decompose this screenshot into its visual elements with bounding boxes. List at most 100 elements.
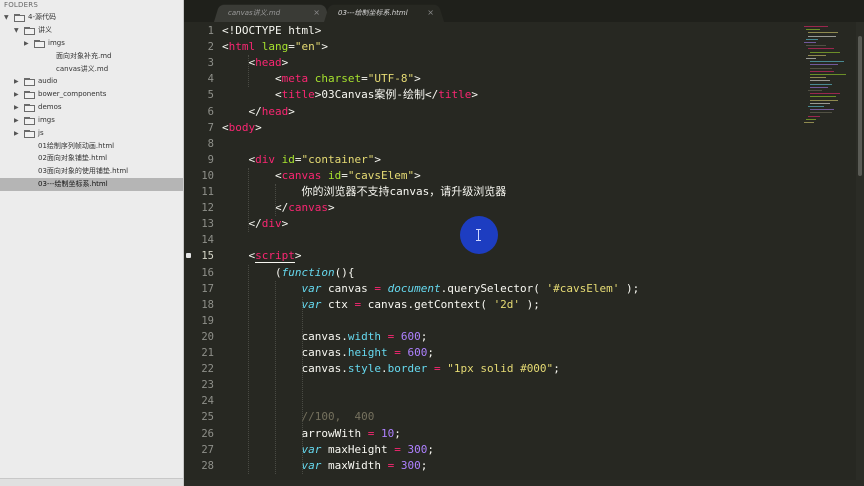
code-area[interactable]: <!DOCTYPE html> <html lang="en"> <head> <…	[222, 22, 792, 486]
minimap-line	[808, 90, 822, 91]
code-line[interactable]: <html lang="en">	[222, 39, 328, 55]
code-token: <	[222, 152, 256, 166]
code-token: height	[347, 346, 388, 359]
tab-label: 03---绘制坐标系.html	[338, 9, 408, 17]
sidebar-item[interactable]: 03---绘制坐标系.html	[0, 178, 183, 191]
sidebar-item[interactable]: ▼ 4-源代码	[0, 11, 183, 24]
sidebar-item[interactable]: ▼ 讲义	[0, 24, 183, 37]
line-number: 1	[207, 25, 214, 37]
chevron-right-icon[interactable]: ▶	[14, 75, 19, 88]
sidebar-item[interactable]: ▶ bower_components	[0, 88, 183, 101]
minimap-line	[810, 86, 828, 88]
sidebar-item[interactable]: ▶ imgs	[0, 114, 183, 127]
minimap-line	[808, 35, 836, 37]
sidebar-item[interactable]: 03面向对象的使用铺垫.html	[0, 165, 183, 178]
editor-tab[interactable]: 03---绘制坐标系.html ×	[324, 3, 444, 23]
code-token: title	[281, 88, 315, 102]
code-token: meta	[281, 72, 309, 86]
chevron-right-icon[interactable]: ▶	[14, 101, 19, 114]
code-line[interactable]: canvas.width = 600;	[222, 329, 427, 345]
folder-icon	[24, 130, 35, 138]
sidebar-item[interactable]: ▶ imgs	[0, 37, 183, 50]
folder-icon	[24, 78, 35, 86]
sidebar-item[interactable]: 02面向对象铺垫.html	[0, 152, 183, 165]
code-token: ;	[420, 329, 428, 343]
code-token: html	[228, 40, 256, 54]
minimap-line	[810, 67, 832, 69]
code-line[interactable]: </div>	[222, 216, 288, 232]
line-number: 11	[201, 186, 214, 198]
code-token: =	[294, 152, 302, 166]
code-line[interactable]: <canvas id="cavsElem">	[222, 168, 421, 184]
code-token: width	[347, 329, 381, 343]
code-token: ;	[427, 346, 434, 359]
code-editor[interactable]: 1 2 3 4 5 6 7 8 9 10 11 12 13 14 15 16 17 18 19 20 21 22 23 24 2…	[184, 22, 864, 486]
code-token: >	[327, 201, 335, 215]
code-line[interactable]: 你的浏览器不支持canvas，请升级浏览器	[222, 184, 506, 200]
minimap-line	[806, 45, 826, 47]
code-line[interactable]: </canvas>	[222, 200, 335, 216]
line-number: 10	[201, 169, 214, 182]
code-line[interactable]: var maxWidth = 300;	[222, 458, 427, 474]
code-token: maxHeight	[321, 442, 395, 456]
code-token: div	[255, 152, 275, 166]
code-line[interactable]: canvas.style.border = "1px solid #000";	[222, 361, 559, 377]
code-token: '2d'	[493, 297, 521, 311]
line-number: 20	[201, 330, 214, 343]
sidebar-item[interactable]: ▶ demos	[0, 101, 183, 114]
code-line[interactable]: <title>03Canvas案例-绘制</title>	[222, 87, 478, 103]
code-line[interactable]: <script>	[222, 248, 302, 264]
minimap-line	[808, 54, 826, 56]
code-token: 600	[400, 329, 421, 343]
minimap-line	[810, 102, 830, 104]
chevron-right-icon[interactable]: ▶	[14, 88, 19, 101]
code-token: var	[301, 442, 322, 456]
code-line[interactable]: //100, 400	[222, 409, 374, 425]
line-number: 12	[201, 202, 214, 215]
minimap-line	[810, 99, 838, 101]
minimap[interactable]	[796, 22, 856, 142]
code-token: canvas.getContext(	[361, 297, 494, 311]
minimap-line	[810, 96, 836, 98]
code-line[interactable]: var ctx = canvas.getContext( '2d' );	[222, 297, 539, 313]
sidebar-item-label: demos	[38, 103, 62, 111]
sidebar-item[interactable]: ▶ audio	[0, 75, 183, 88]
chevron-right-icon[interactable]: ▶	[14, 114, 19, 127]
code-line[interactable]: <div id="container">	[222, 152, 381, 168]
code-token: <	[222, 56, 256, 70]
code-token: (){	[334, 265, 355, 279]
code-token: "UTF-8"	[367, 72, 415, 86]
chevron-right-icon[interactable]: ▶	[24, 37, 29, 50]
sidebar-item[interactable]: ▶ js	[0, 127, 183, 140]
code-line[interactable]: </head>	[222, 104, 294, 120]
chevron-down-icon[interactable]: ▼	[4, 11, 9, 24]
code-token: canvas	[281, 168, 322, 182]
close-icon[interactable]: ×	[427, 4, 434, 22]
close-icon[interactable]: ×	[313, 4, 320, 22]
code-token: ;	[394, 426, 401, 440]
sidebar-item[interactable]: 面向对象补充.md	[0, 50, 183, 63]
sidebar-item-label: 03面向对象的使用铺垫.html	[38, 167, 129, 175]
code-line[interactable]: var maxHeight = 300;	[222, 442, 433, 458]
sidebar-item-label: 03---绘制坐标系.html	[38, 180, 108, 188]
code-line[interactable]: var canvas = document.querySelector( '#c…	[222, 281, 639, 297]
code-token: maxWidth	[321, 458, 388, 472]
line-number: 16	[201, 266, 214, 279]
code-line[interactable]: <!DOCTYPE html>	[222, 23, 321, 39]
code-line[interactable]: <head>	[222, 55, 288, 71]
chevron-down-icon[interactable]: ▼	[14, 24, 19, 37]
code-token: //100, 400	[301, 410, 375, 424]
code-line[interactable]: <meta charset="UTF-8">	[222, 71, 421, 87]
code-line[interactable]: canvas.height = 600;	[222, 345, 434, 361]
chevron-right-icon[interactable]: ▶	[14, 127, 19, 140]
sidebar-folders: FOLDERS ▼ 4-源代码 ▼ 讲义 ▶ imgs 面向对象补充.md canvas讲义.…	[0, 0, 184, 486]
vertical-scrollbar[interactable]	[856, 22, 864, 486]
code-line[interactable]: <body>	[222, 120, 262, 136]
code-line[interactable]: (function(){	[222, 265, 355, 281]
editor-tab[interactable]: canvas讲义.md ×	[214, 3, 330, 23]
scrollbar-thumb[interactable]	[858, 36, 862, 176]
